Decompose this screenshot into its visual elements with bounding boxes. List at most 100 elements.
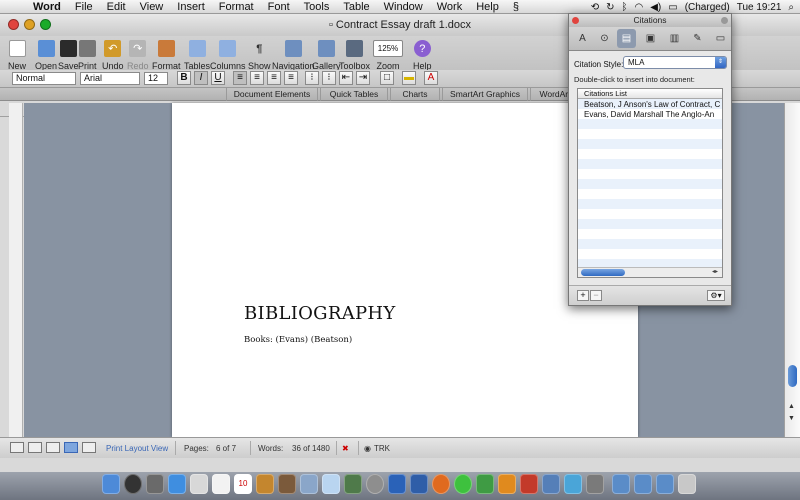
font-color-button[interactable]: A [424,71,438,85]
navigation-button[interactable]: Navigation [272,40,315,71]
redo-button[interactable]: ↷ Redo [127,40,149,71]
trash-icon[interactable] [678,474,696,494]
format-painter-button[interactable]: Format [152,40,181,71]
menu-file[interactable]: File [68,1,100,13]
app-icon[interactable] [542,474,560,494]
wifi-icon[interactable]: ◠ [634,2,643,13]
script-menu-icon[interactable]: § [506,1,526,13]
powerpoint-icon[interactable] [520,474,538,494]
numbering-button[interactable]: ⁝ [322,71,336,85]
safari-icon[interactable] [168,474,186,494]
garageband-icon[interactable] [278,474,296,494]
align-center-button[interactable]: ≡ [250,71,264,85]
bold-button[interactable]: B [177,71,191,85]
preview-icon[interactable] [300,474,318,494]
style-select[interactable]: Normal [12,72,76,85]
gear-icon[interactable]: ⚙▾ [707,290,725,301]
underline-button[interactable]: U [211,71,225,85]
time-machine-icon[interactable]: ⟲ [591,2,599,13]
itunes-icon[interactable] [322,474,340,494]
help-button[interactable]: ? Help [413,40,432,71]
citations-list[interactable]: Citations List Beatson, J Anson's Law of… [577,88,723,278]
applications-folder-icon[interactable] [612,474,630,494]
show-button[interactable]: ¶ Show [248,40,271,72]
increase-indent-button[interactable]: ⇥ [356,71,370,85]
iphoto-icon[interactable] [256,474,274,494]
skype-icon[interactable] [454,474,472,494]
tab-document-elements[interactable]: Document Elements [226,88,318,101]
toolbox-button[interactable]: Toolbox [339,40,370,71]
open-button[interactable]: Open [35,40,57,71]
documents-folder-icon[interactable] [634,474,652,494]
remove-citation-button[interactable]: − [590,290,602,301]
borders-button[interactable]: □ [380,71,394,85]
columns-button[interactable]: Columns [210,40,246,71]
pages-value[interactable]: 6 of 7 [216,444,236,453]
menu-window[interactable]: Window [377,1,430,13]
spotlight-icon[interactable]: ⌕ [788,2,794,13]
outlook-icon[interactable] [410,474,428,494]
volume-icon[interactable]: ◀) [650,2,661,13]
palette-close-button[interactable] [572,17,579,24]
vertical-scrollbar[interactable]: ▲ ▼ [784,103,800,437]
palette-collapse-button[interactable] [721,17,728,24]
styles-tab-icon[interactable]: A [573,29,592,48]
battery-status[interactable]: (Charged) [685,2,730,13]
citations-horizontal-scrollbar[interactable]: ◂▸ [578,267,722,277]
word-dock-icon[interactable] [388,474,406,494]
vertical-ruler[interactable] [9,103,23,437]
menu-format[interactable]: Format [212,1,261,13]
publishing-view-icon[interactable] [46,442,60,453]
save-button[interactable]: Save [58,40,79,71]
notebook-view-icon[interactable] [82,442,96,453]
finder-icon[interactable] [102,474,120,494]
tables-button[interactable]: Tables [184,40,210,71]
highlight-button[interactable]: ▬ [402,71,416,85]
citations-tab-icon[interactable]: ▤ [617,29,636,48]
bluetooth-icon[interactable]: ᛒ [621,2,627,13]
dashboard-icon[interactable] [124,474,142,494]
decrease-indent-button[interactable]: ⇤ [339,71,353,85]
font-select[interactable]: Arial [80,72,140,85]
menu-edit[interactable]: Edit [100,1,133,13]
scroll-up-arrow-icon[interactable]: ▲ [788,403,797,410]
firefox-icon[interactable] [432,474,450,494]
reference-tools-tab-icon[interactable]: ⊙ [595,29,614,48]
citation-item-beatson[interactable]: Beatson, J Anson's Law of Contract, C [584,100,720,110]
excel-icon[interactable] [476,474,494,494]
tab-quick-tables[interactable]: Quick Tables [320,88,388,101]
mail-icon[interactable] [190,474,208,494]
citation-style-select[interactable]: MLA ⇕ [623,56,727,69]
citations-list-header[interactable]: Citations List [578,89,722,99]
battery-icon[interactable]: ▭ [668,2,677,13]
vlc-icon[interactable] [498,474,516,494]
zoom-select[interactable]: 125% [373,40,403,57]
spelling-check-icon[interactable]: ✖ [342,444,349,453]
menu-insert[interactable]: Insert [170,1,212,13]
bibliography-heading[interactable]: BIBLIOGRAPHY [244,303,396,324]
track-changes-icon[interactable]: ◉ [364,444,371,453]
words-value[interactable]: 36 of 1480 [292,444,330,453]
menu-table[interactable]: Table [336,1,376,13]
app-icon[interactable] [564,474,582,494]
new-button[interactable]: New [8,40,26,71]
scroll-arrows-icon[interactable]: ◂▸ [712,268,718,275]
reference-library-tab-icon[interactable]: ▥ [665,29,684,48]
downloads-folder-icon[interactable] [656,474,674,494]
scrapbook-tab-icon[interactable]: ▣ [641,29,660,48]
bullets-button[interactable]: ⁝ [305,71,319,85]
outline-view-icon[interactable] [28,442,42,453]
zoom-control[interactable]: 125% Zoom [373,40,403,71]
imovie-icon[interactable] [344,474,362,494]
draft-view-icon[interactable] [10,442,24,453]
system-preferences-icon[interactable] [366,474,384,494]
gallery-button[interactable]: Gallery [312,40,341,71]
ical-icon[interactable]: 10 [234,474,252,494]
align-left-button[interactable]: ≡ [233,71,247,85]
menu-help[interactable]: Help [469,1,506,13]
compatibility-tab-icon[interactable]: ✎ [688,29,707,48]
clock[interactable]: Tue 19:21 [737,2,782,13]
menu-work[interactable]: Work [430,1,469,13]
print-button[interactable]: Print [78,40,97,71]
print-layout-view-icon[interactable] [64,442,78,453]
